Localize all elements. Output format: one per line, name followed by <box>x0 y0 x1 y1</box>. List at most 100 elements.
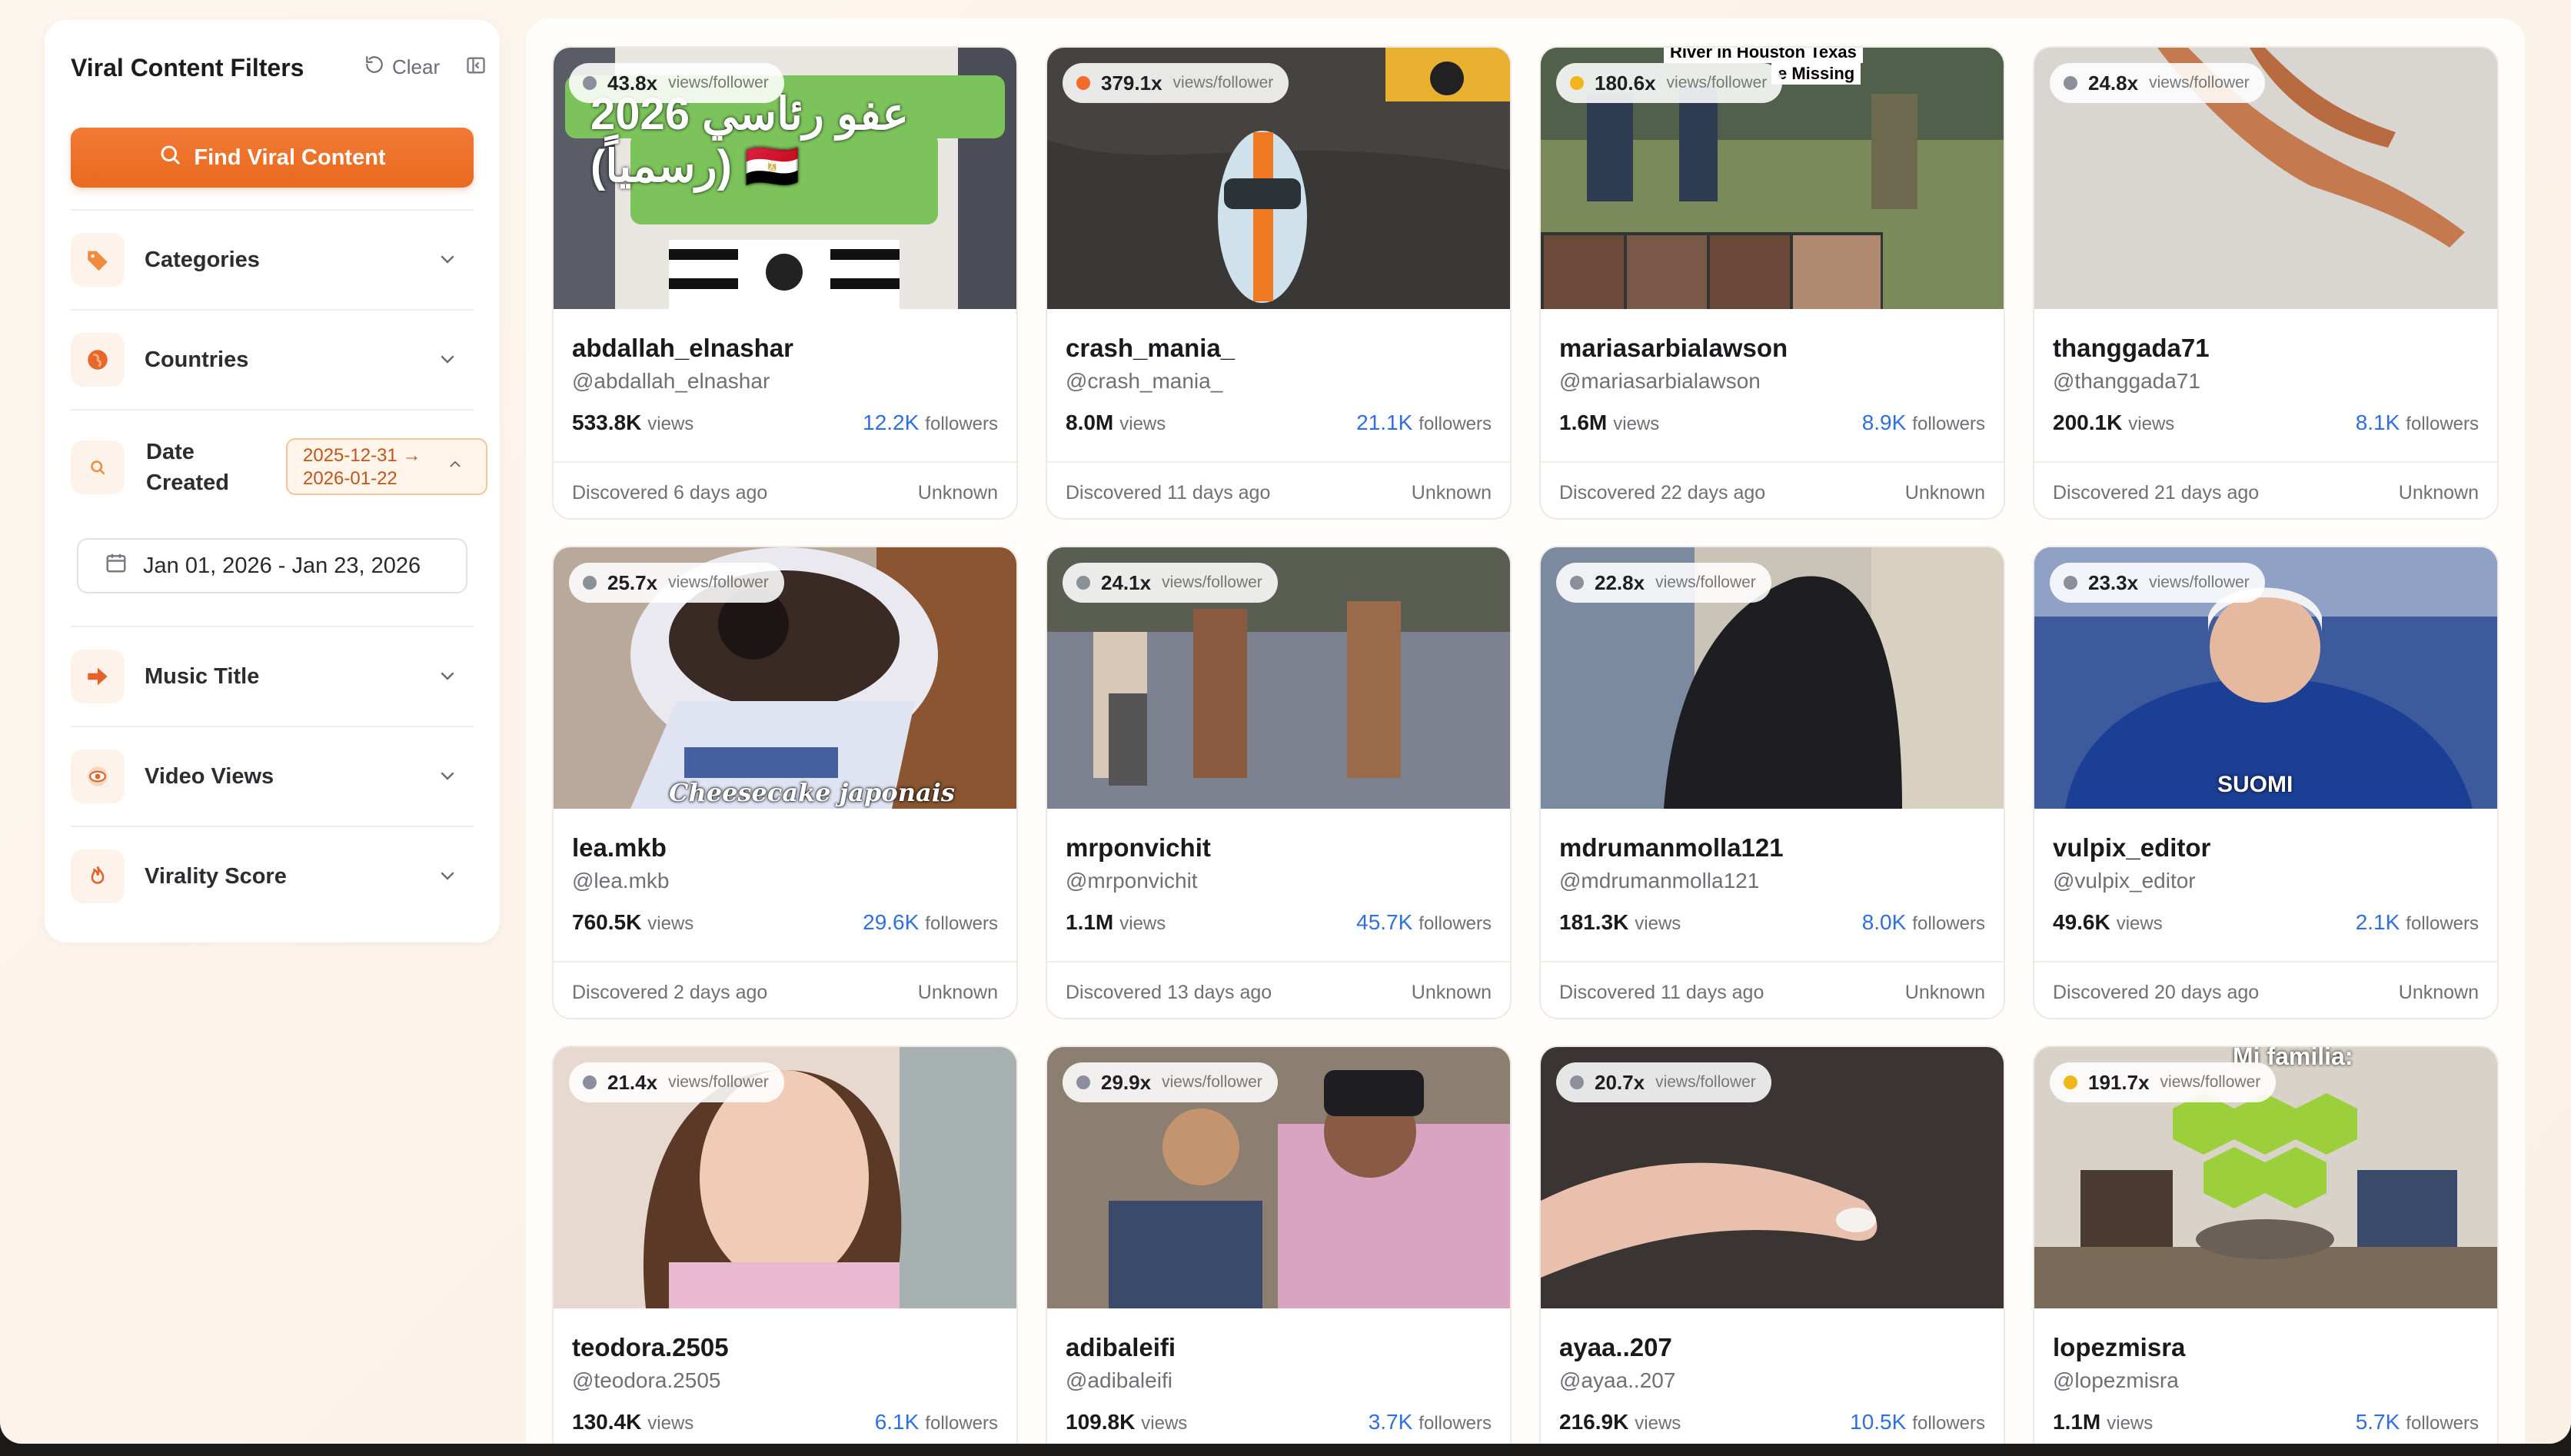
video-card[interactable]: 21.4x views/follower teodora.2505 @teodor… <box>552 1045 1018 1444</box>
views-label: views <box>647 1413 694 1434</box>
video-views-label: Video Views <box>145 763 274 789</box>
views-per-follower-label: views/follower <box>1666 74 1768 91</box>
creator-name[interactable]: abdallah_elnashar <box>572 334 793 363</box>
creator-handle[interactable]: @mariasarbialawson <box>1559 369 1761 394</box>
creator-handle[interactable]: @thanggada71 <box>2053 369 2200 394</box>
card-stats: 1.6M views 8.9K followers <box>1559 411 1985 435</box>
bottom-status-bar <box>0 1444 2571 1456</box>
views-count: 216.9K <box>1559 1410 1629 1434</box>
views-count: 181.3K <box>1559 910 1629 934</box>
views-per-follower-ratio: 29.9x <box>1101 1070 1152 1094</box>
creator-name[interactable]: teodora.2505 <box>572 1333 729 1362</box>
views-label: views <box>1613 414 1660 434</box>
thumbnail-overlay-text: SUOMI <box>2217 772 2293 797</box>
video-card[interactable]: 379.1x views/follower crash_mania_ @crash… <box>1046 46 1512 520</box>
creator-name[interactable]: mrponvichit <box>1066 833 1211 863</box>
collapse-sidebar-button[interactable] <box>463 54 489 80</box>
followers-count: 8.1K <box>2355 411 2400 434</box>
card-stats: 216.9K views 10.5K followers <box>1559 1410 1985 1434</box>
creator-name[interactable]: thanggada71 <box>2053 334 2210 363</box>
video-card[interactable]: 29.9x views/follower adibaleifi @adibalei… <box>1046 1045 1512 1444</box>
creator-name[interactable]: adibaleifi <box>1066 1333 1176 1362</box>
categories-label: Categories <box>145 247 260 272</box>
views-per-follower-label: views/follower <box>2149 74 2250 91</box>
creator-handle[interactable]: @mrponvichit <box>1066 869 1198 893</box>
followers-label: followers <box>1419 913 1492 934</box>
date-input-row: Jan 01, 2026 - Jan 23, 2026 <box>71 524 474 626</box>
clear-button[interactable]: Clear <box>364 54 440 80</box>
video-card[interactable]: River in Houston Texas e Missing 180.6x v… <box>1539 46 2005 520</box>
video-card[interactable]: Cheesecake japonais 25.7x views/follower … <box>552 546 1018 1019</box>
status-dot <box>1570 76 1584 90</box>
creator-name[interactable]: mdrumanmolla121 <box>1559 833 1784 863</box>
creator-handle[interactable]: @crash_mania_ <box>1066 369 1222 394</box>
filter-section-date-created[interactable]: Date Created 2025-12-31 → 2026-01-22 <box>71 409 487 524</box>
views-per-follower-ratio: 20.7x <box>1595 1070 1645 1094</box>
discovered-time: Discovered 13 days ago <box>1066 981 1272 1003</box>
discovered-time: Discovered 6 days ago <box>572 481 768 504</box>
creator-name[interactable]: mariasarbialawson <box>1559 334 1788 363</box>
followers-count: 8.0K <box>1861 910 1907 934</box>
creator-handle[interactable]: @mdrumanmolla121 <box>1559 869 1759 893</box>
views-label: views <box>2107 1413 2154 1434</box>
creator-handle[interactable]: @lopezmisra <box>2053 1368 2179 1393</box>
video-card[interactable]: 24.1x views/follower mrponvichit @mrponvi… <box>1046 546 1512 1019</box>
views-label: views <box>647 913 694 934</box>
views-per-follower-ratio: 379.1x <box>1101 71 1162 95</box>
creator-name[interactable]: crash_mania_ <box>1066 334 1235 363</box>
filter-section-video-views[interactable]: Video Views <box>71 726 474 826</box>
card-stats: 49.6K views 2.1K followers <box>2053 910 2479 935</box>
discovered-time: Discovered 11 days ago <box>1559 981 1764 1003</box>
filter-section-countries[interactable]: Countries <box>71 309 474 409</box>
creator-handle[interactable]: @ayaa..207 <box>1559 1368 1675 1393</box>
date-created-label: Date Created <box>146 440 229 495</box>
views-count: 49.6K <box>2053 910 2110 934</box>
video-card[interactable]: عفو رئاسي 2026 (رسمياً) 🇪🇬 43.8x views/fo… <box>552 46 1018 520</box>
card-stats: 1.1M views 45.7K followers <box>1066 910 1492 935</box>
video-card[interactable]: 22.8x views/follower mdrumanmolla121 @mdr… <box>1539 546 2005 1019</box>
followers-label: followers <box>1912 913 1985 934</box>
views-count: 130.4K <box>572 1410 642 1434</box>
filters-sidebar: Viral Content Filters Clear Find Viral C… <box>45 20 500 942</box>
chevron-down-icon <box>438 352 457 371</box>
card-stats: 1.1M views 5.7K followers <box>2053 1410 2479 1434</box>
creator-handle[interactable]: @teodora.2505 <box>572 1368 720 1393</box>
creator-handle[interactable]: @abdallah_elnashar <box>572 369 770 394</box>
video-card[interactable]: 24.8x views/follower thanggada71 @thangga… <box>2033 46 2499 520</box>
country-value: Unknown <box>1904 981 1985 1003</box>
video-card[interactable]: Mi familia: 191.7x views/follower lopezmi… <box>2033 1045 2499 1444</box>
creator-name[interactable]: lea.mkb <box>572 833 667 863</box>
card-footer: Discovered 2 days ago Unknown <box>554 961 1016 1018</box>
filter-section-categories[interactable]: Categories <box>71 209 474 309</box>
status-dot <box>1076 76 1090 90</box>
video-card[interactable]: SUOMI 23.3x views/follower vulpix_editor … <box>2033 546 2499 1019</box>
card-stats: 760.5K views 29.6K followers <box>572 910 998 935</box>
views-count: 200.1K <box>2053 411 2123 434</box>
views-count: 109.8K <box>1066 1410 1136 1434</box>
discovered-time: Discovered 2 days ago <box>572 981 768 1003</box>
filter-section-music-title[interactable]: Music Title <box>71 626 474 726</box>
card-stats: 200.1K views 8.1K followers <box>2053 411 2479 435</box>
country-value: Unknown <box>2398 481 2479 504</box>
views-per-follower-ratio: 43.8x <box>607 71 658 95</box>
virality-pill: 21.4x views/follower <box>569 1062 784 1102</box>
date-range-picker[interactable]: Jan 01, 2026 - Jan 23, 2026 <box>77 538 467 593</box>
creator-name[interactable]: ayaa..207 <box>1559 1333 1672 1362</box>
find-viral-content-button[interactable]: Find Viral Content <box>71 128 474 188</box>
views-count: 760.5K <box>572 910 642 934</box>
creator-handle[interactable]: @adibaleifi <box>1066 1368 1172 1393</box>
creator-name[interactable]: lopezmisra <box>2053 1333 2185 1362</box>
followers-count: 6.1K <box>874 1410 920 1434</box>
creator-handle[interactable]: @lea.mkb <box>572 869 669 893</box>
views-label: views <box>1635 913 1681 934</box>
views-label: views <box>1141 1413 1188 1434</box>
views-per-follower-label: views/follower <box>1655 573 1756 591</box>
views-per-follower-ratio: 24.8x <box>2088 71 2139 95</box>
video-card[interactable]: 20.7x views/follower ayaa..207 @ayaa..207… <box>1539 1045 2005 1444</box>
virality-pill: 24.8x views/follower <box>2050 63 2265 103</box>
country-value: Unknown <box>917 981 998 1003</box>
filter-section-virality-score[interactable]: Virality Score <box>71 826 474 926</box>
chevron-down-icon <box>438 669 457 688</box>
creator-handle[interactable]: @vulpix_editor <box>2053 869 2196 893</box>
creator-name[interactable]: vulpix_editor <box>2053 833 2210 863</box>
